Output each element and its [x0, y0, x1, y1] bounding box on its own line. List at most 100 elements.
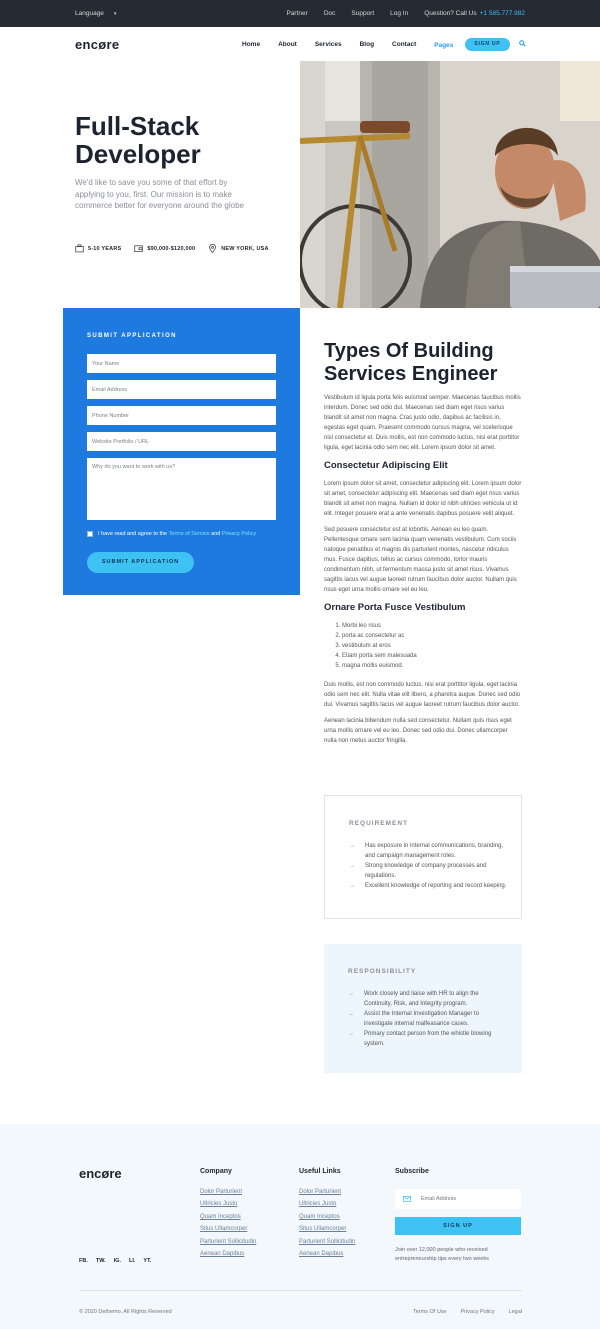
social-youtube[interactable]: YT.: [143, 1258, 151, 1264]
footer-logo[interactable]: encøre: [79, 1166, 122, 1181]
legal-link[interactable]: Legal: [509, 1309, 522, 1315]
footer-link[interactable]: Parturient Sollicitudin: [299, 1239, 355, 1245]
job-meta: 5-10 YEARS $90,000-$120,000 NEW YORK, US…: [75, 244, 282, 253]
article-paragraph: Sed posuere consectetur est at lobortis.…: [324, 527, 517, 593]
chevron-down-icon: ▾: [113, 11, 117, 17]
top-link-doc[interactable]: Doc: [324, 10, 336, 17]
language-selector[interactable]: Language ▾: [75, 10, 116, 17]
submit-application-button[interactable]: SUBMIT APPLICATION: [87, 552, 194, 573]
message-field[interactable]: [87, 458, 276, 520]
requirement-text: Excellent knowledge of reporting and rec…: [365, 883, 507, 889]
nav-item-services[interactable]: Services: [315, 41, 342, 49]
top-links: Partner Doc Support Log In Question? Cal…: [270, 10, 525, 17]
experience-meta: 5-10 YEARS: [75, 244, 121, 253]
application-form: SUBMIT APPLICATION I have read and agree…: [63, 308, 300, 595]
article-list: Morbi leo risus porta ac consectetur ac …: [324, 621, 522, 671]
subscribe-email-input[interactable]: [421, 1194, 516, 1204]
agree-checkbox[interactable]: [87, 531, 93, 537]
footer-link[interactable]: Dolor Parturient: [200, 1189, 256, 1195]
footer-link[interactable]: Ultricies Justo: [299, 1201, 355, 1207]
footer-link[interactable]: Ultricies Justo: [200, 1201, 256, 1207]
nav-item-about[interactable]: About: [278, 41, 297, 49]
list-item: → Strong knowledge of company processes a…: [349, 861, 509, 881]
footer-link[interactable]: Dolor Parturient: [299, 1189, 355, 1195]
article-subheading: Consectetur Adipiscing Elit: [324, 460, 448, 471]
social-instagram[interactable]: IG.: [114, 1258, 121, 1264]
footer-link[interactable]: Aenean Dapibus: [299, 1251, 355, 1257]
social-facebook[interactable]: FB.: [79, 1258, 88, 1264]
arrow-right-icon: →: [348, 1031, 354, 1037]
top-link-partner[interactable]: Partner: [286, 10, 307, 17]
company-column: Company Dolor Parturient Ultricies Justo…: [200, 1168, 256, 1263]
list-item: → Has exposure in internal communications…: [349, 841, 509, 861]
location-text: NEW YORK, USA: [221, 245, 269, 252]
requirement-text: Has exposure in internal communications,…: [365, 843, 504, 859]
article-subheading: Ornare Porta Fusce Vestibulum: [324, 602, 466, 613]
footer-link[interactable]: Quam Inceptos: [299, 1214, 355, 1220]
list-item: magna mollis euismod.: [342, 661, 522, 671]
privacy-policy-link[interactable]: Privacy Policy: [460, 1309, 494, 1315]
list-item: vestibulum at eros: [342, 641, 522, 651]
footer-link[interactable]: Situs Ullamcorper: [299, 1226, 355, 1232]
subscribe-signup-button[interactable]: SIGN UP: [395, 1217, 521, 1235]
nav-item-contact[interactable]: Contact: [392, 41, 416, 49]
top-link-support[interactable]: Support: [351, 10, 374, 17]
subscribe-heading: Subscribe: [395, 1168, 429, 1175]
page-title-line-2: Developer: [75, 139, 201, 169]
social-linkedin[interactable]: LI.: [129, 1258, 135, 1264]
requirement-title: REQUIREMENT: [349, 820, 409, 827]
responsibility-text: Work closely and liaise with HR to align…: [364, 991, 479, 1007]
location-meta: NEW YORK, USA: [208, 244, 268, 253]
footer-link[interactable]: Quam Inceptos: [200, 1214, 256, 1220]
requirement-box: REQUIREMENT → Has exposure in internal co…: [324, 795, 522, 919]
nav-item-home[interactable]: Home: [242, 41, 260, 49]
phone-link[interactable]: +1 585.777.982: [480, 10, 525, 17]
phone-field[interactable]: [87, 406, 276, 425]
requirement-text: Strong knowledge of company processes an…: [365, 863, 487, 879]
call-us-label: Question? Call Us: [424, 10, 477, 17]
arrow-right-icon: →: [349, 863, 355, 869]
top-bar: Language ▾ Partner Doc Support Log In Que…: [0, 0, 600, 27]
list-item: Morbi leo risus: [342, 621, 522, 631]
nav-item-blog[interactable]: Blog: [360, 41, 374, 49]
social-twitter[interactable]: TW.: [96, 1258, 106, 1264]
footer-link[interactable]: Aenean Dapibus: [200, 1251, 256, 1257]
mail-icon: [403, 1196, 411, 1202]
footer-link[interactable]: Parturient Sollicitudin: [200, 1239, 256, 1245]
responsibility-text: Primary contact person from the whistle …: [364, 1031, 492, 1047]
agree-and: and: [211, 531, 221, 537]
page-title-line-1: Full-Stack: [75, 111, 200, 141]
terms-of-use-link[interactable]: Terms Of Use: [413, 1309, 447, 1315]
list-item: → Work closely and liaise with HR to alig…: [348, 989, 508, 1009]
name-field[interactable]: [87, 354, 276, 373]
wallet-icon: [134, 245, 144, 253]
arrow-right-icon: →: [348, 1011, 354, 1017]
briefcase-icon: [75, 244, 84, 253]
location-pin-icon: [209, 244, 217, 253]
logo[interactable]: encøre: [75, 37, 119, 52]
hero-photo: [300, 61, 600, 308]
experience-text: 5-10 YEARS: [88, 245, 122, 252]
main-nav: encøre Home About Services Blog Contact …: [0, 27, 600, 61]
footer-divider: [79, 1290, 522, 1291]
useful-links-column: Useful Links Dolor Parturient Ultricies …: [299, 1168, 355, 1263]
top-link-login[interactable]: Log In: [390, 10, 408, 17]
agree-row: I have read and agree to the Terms of Se…: [87, 531, 256, 537]
separator: ·: [500, 1309, 503, 1315]
useful-links-heading: Useful Links: [299, 1168, 341, 1175]
responsibility-text: Assist the Internal Investigation Manage…: [364, 1011, 480, 1027]
email-field[interactable]: [87, 380, 276, 399]
search-icon[interactable]: [519, 40, 526, 47]
hero-description: We'd like to save you some of that effor…: [75, 178, 244, 210]
footer: encøre FB. TW. IG. LI. YT. Company Dolor…: [0, 1124, 600, 1329]
social-links: FB. TW. IG. LI. YT.: [79, 1258, 159, 1264]
salary-meta: $90,000-$120,000: [134, 244, 195, 253]
article: Types Of Building Services Engineer Vest…: [324, 340, 522, 752]
terms-link[interactable]: Terms of Service: [169, 531, 210, 537]
website-field[interactable]: [87, 432, 276, 451]
article-paragraph: Lorem ipsum dolor sit amet, consectetur …: [324, 481, 522, 517]
signup-button[interactable]: SIGN UP: [465, 38, 510, 51]
footer-link[interactable]: Situs Ullamcorper: [200, 1226, 256, 1232]
privacy-link[interactable]: Privacy Policy: [222, 531, 256, 537]
responsibility-box: RESPONSIBILITY → Work closely and liaise …: [324, 944, 522, 1073]
